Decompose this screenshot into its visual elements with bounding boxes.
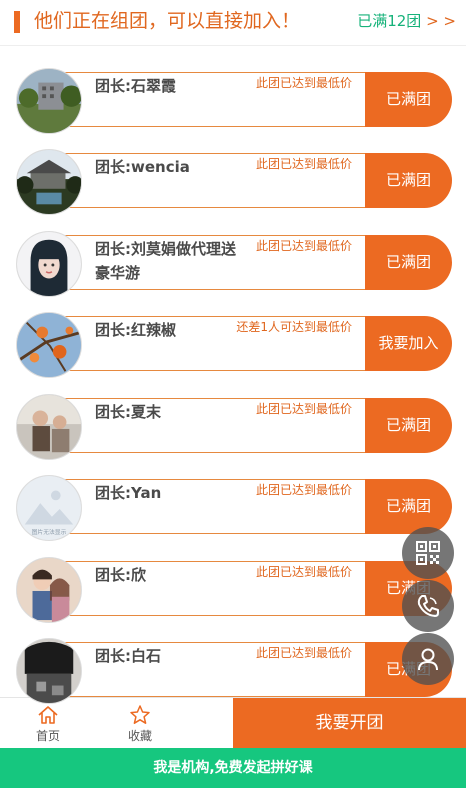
chevron-right-icon: > > xyxy=(421,12,456,30)
group-full-button[interactable]: 已满团 xyxy=(365,235,452,290)
group-full-button[interactable]: 已满团 xyxy=(365,398,452,453)
full-groups-count: 已满12团 xyxy=(357,12,422,30)
group-leader-name: 团长:红辣椒 xyxy=(95,321,176,339)
home-icon xyxy=(38,706,58,724)
avatar xyxy=(16,394,82,460)
group-status-note: 此团已达到最低价 xyxy=(255,402,352,416)
full-groups-link[interactable]: 已满12团 > > xyxy=(357,11,456,31)
avatar xyxy=(16,68,82,134)
group-item: 团长:石翠霞 此团已达到最低价 已满团 xyxy=(16,68,452,134)
avatar xyxy=(16,149,82,215)
nav-favorites-label: 收藏 xyxy=(127,729,152,743)
phone-button[interactable] xyxy=(402,580,454,632)
group-leader-name: 团长:夏末 xyxy=(95,403,161,421)
avatar xyxy=(16,231,82,297)
nav-home[interactable]: 首页 xyxy=(18,698,78,749)
group-item: 团长:白石 此团已达到最低价 已满团 xyxy=(16,638,452,704)
group-item: 团长:夏末 此团已达到最低价 已满团 xyxy=(16,394,452,460)
bottom-nav: 首页 收藏 我要开团 xyxy=(0,697,466,749)
group-full-button[interactable]: 已满团 xyxy=(365,153,452,208)
user-button[interactable] xyxy=(402,633,454,685)
join-group-button[interactable]: 我要加入 xyxy=(365,316,452,371)
group-item: 团长:红辣椒 还差1人可达到最低价 我要加入 xyxy=(16,312,452,378)
qr-code-button[interactable] xyxy=(402,527,454,579)
group-leader-name: 团长:Yan xyxy=(95,484,162,502)
group-leader-name: 团长:石翠霞 xyxy=(95,77,176,95)
group-status-note: 此团已达到最低价 xyxy=(255,646,352,660)
avatar: 图片无法显示 xyxy=(16,475,82,541)
group-status-note: 此团已达到最低价 xyxy=(255,76,352,90)
page-title: 他们正在组团，可以直接加入！ xyxy=(34,10,301,32)
group-status-note: 此团已达到最低价 xyxy=(255,239,352,253)
group-status-note: 此团已达到最低价 xyxy=(255,483,352,497)
user-icon xyxy=(418,648,438,671)
group-item: 团长:刘莫娟做代理送豪华游 此团已达到最低价 已满团 xyxy=(16,231,452,297)
group-item: 团长:欣 此团已达到最低价 已满团 xyxy=(16,557,452,623)
avatar xyxy=(16,638,82,704)
group-status-note: 此团已达到最低价 xyxy=(255,157,352,171)
group-leader-name: 团长:刘莫娟做代理送豪华游 xyxy=(95,240,236,282)
phone-icon xyxy=(417,595,439,617)
avatar xyxy=(16,557,82,623)
open-group-button[interactable]: 我要开团 xyxy=(233,698,466,749)
group-status-note: 此团已达到最低价 xyxy=(255,565,352,579)
qr-code-icon xyxy=(416,541,440,565)
avatar xyxy=(16,312,82,378)
nav-favorites[interactable]: 收藏 xyxy=(110,698,170,749)
title-accent-bar xyxy=(14,11,20,33)
nav-home-label: 首页 xyxy=(35,729,60,743)
group-leader-name: 团长:欣 xyxy=(95,566,146,584)
group-item: 团长:wencia 此团已达到最低价 已满团 xyxy=(16,149,452,215)
placeholder-text: 图片无法显示 xyxy=(32,528,67,536)
group-leader-name: 团长:白石 xyxy=(95,647,161,665)
organization-banner-button[interactable]: 我是机构,免费发起拼好课 xyxy=(0,748,466,788)
group-leader-name: 团长:wencia xyxy=(95,158,190,176)
group-full-button[interactable]: 已满团 xyxy=(365,479,452,534)
header: 他们正在组团，可以直接加入！ 已满12团 > > xyxy=(0,0,466,46)
group-item: 图片无法显示 团长:Yan 此团已达到最低价 已满团 xyxy=(16,475,452,541)
star-icon xyxy=(130,705,150,724)
group-status-note: 还差1人可达到最低价 xyxy=(236,320,352,334)
group-full-button[interactable]: 已满团 xyxy=(365,72,452,127)
